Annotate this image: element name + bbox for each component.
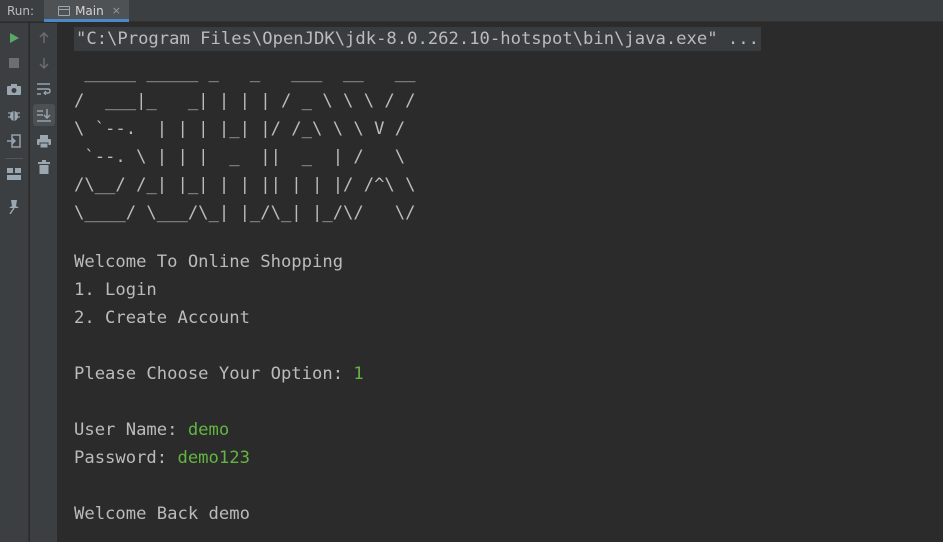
clear-all-button[interactable] (33, 156, 55, 178)
ascii-art-line: \ `--. | | | |_| |/ /_\ \ \ V / (74, 119, 406, 139)
soft-wrap-button[interactable] (33, 78, 55, 100)
run-icon (10, 33, 19, 43)
print-button[interactable] (33, 130, 55, 152)
choose-option-line: Please Choose Your Option: 1 (74, 360, 364, 388)
dump-threads-button[interactable] (3, 78, 25, 100)
close-icon[interactable]: × (112, 5, 121, 16)
stop-button[interactable] (3, 52, 25, 74)
camera-icon (7, 84, 21, 95)
stop-icon (9, 58, 19, 68)
username-prompt: User Name: (74, 420, 188, 440)
ascii-art-line: \____/ \___/\_| |_/\_| |_/\/ \/ (74, 203, 416, 223)
exit-button[interactable] (3, 130, 25, 152)
run-toolbar-left (0, 23, 29, 542)
ascii-art-line: /\__/ /_| |_| | | || | | |/ /^\ \ (74, 175, 416, 195)
tab-main[interactable]: Main × (44, 0, 129, 22)
pin-tab-button[interactable] (3, 196, 25, 218)
menu-option-create-account: 2. Create Account (74, 308, 250, 328)
restore-layout-button[interactable] (3, 163, 25, 185)
run-tab-bar: Run: Main × (0, 0, 943, 22)
print-icon (37, 134, 51, 148)
run-tool-window: Run: Main × "C:\Program Files\OpenJDK\jd… (0, 0, 943, 542)
console-output[interactable]: "C:\Program Files\OpenJDK\jdk-8.0.262.10… (59, 23, 943, 542)
command-line: "C:\Program Files\OpenJDK\jdk-8.0.262.10… (74, 27, 761, 51)
choose-option-prompt: Please Choose Your Option: (74, 364, 354, 384)
layout-icon (7, 168, 21, 180)
ascii-art-line: / ___|_ _| | | | / _ \ \ \ / / (74, 91, 416, 111)
arrow-down-icon (39, 58, 49, 69)
toolbar-divider (5, 158, 23, 159)
ascii-art-line: _____ _____ _ _ ___ __ __ (74, 63, 416, 83)
welcome-message: Welcome To Online Shopping (74, 252, 344, 272)
username-line: User Name: demo (74, 416, 229, 444)
rerun-button[interactable] (3, 27, 25, 49)
trash-icon (38, 160, 50, 174)
previous-occurrence-button[interactable] (33, 27, 55, 49)
console-tab-icon (58, 5, 71, 16)
menu-option-login: 1. Login (74, 280, 157, 300)
soft-wrap-icon (37, 83, 51, 95)
tab-main-label: Main (75, 3, 104, 18)
choose-option-input: 1 (353, 364, 364, 384)
password-line: Password: demo123 (74, 444, 250, 472)
login-icon (7, 134, 21, 148)
run-toolbar-right (30, 23, 58, 542)
debug-button[interactable] (3, 104, 25, 126)
run-label: Run: (7, 3, 35, 18)
bug-icon (8, 111, 20, 121)
welcome-back-message: Welcome Back demo (74, 504, 250, 524)
ascii-art-line: `--. \ | | | _ || _ | / \ (74, 147, 406, 167)
pin-icon (9, 200, 19, 214)
scroll-to-end-button[interactable] (33, 104, 55, 126)
password-prompt: Password: (74, 448, 178, 468)
next-occurrence-button[interactable] (33, 52, 55, 74)
arrow-up-icon (39, 32, 49, 43)
scroll-to-end-icon (37, 108, 51, 122)
password-input: demo123 (177, 448, 250, 468)
username-input: demo (187, 420, 230, 440)
